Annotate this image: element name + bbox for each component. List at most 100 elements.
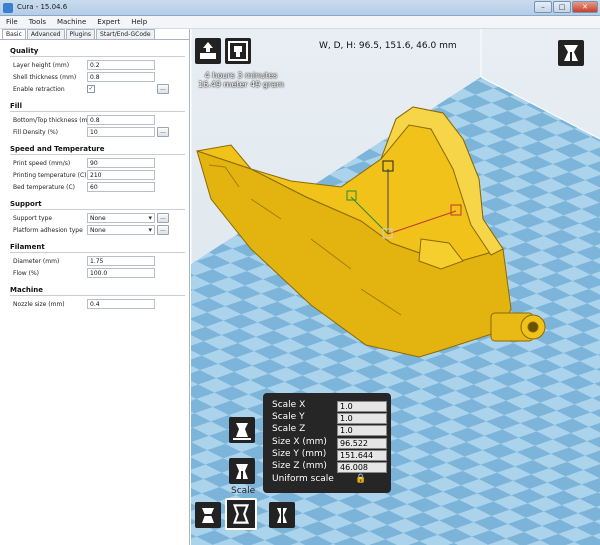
scale-tool-active-button[interactable]: [225, 498, 257, 530]
shell-thickness-input[interactable]: 0.8: [87, 72, 155, 82]
model-dimensions-readout: W, D, H: 96.5, 151.6, 46.0 mm: [319, 41, 457, 51]
retraction-more-button[interactable]: ...: [157, 84, 169, 94]
retraction-label: Enable retraction: [13, 86, 65, 93]
print-icon: [228, 41, 248, 61]
size-z-label: Size Z (mm): [272, 461, 327, 471]
diameter-input[interactable]: 1.75: [87, 256, 155, 266]
scale-y-label: Scale Y: [272, 412, 305, 422]
scale-z-label: Scale Z: [272, 424, 306, 434]
nozzle-size-input[interactable]: 0.4: [87, 299, 155, 309]
setting-support-type: Support type None ...: [13, 212, 189, 224]
mirror-icon: [277, 505, 287, 525]
scale-icon: [236, 464, 248, 479]
setting-platform-adhesion: Platform adhesion type None ...: [13, 224, 189, 236]
menu-file[interactable]: File: [0, 16, 23, 28]
scale-caption: Scale: [231, 486, 256, 496]
setting-retraction: Enable retraction ✓ ...: [13, 83, 189, 95]
platform-adhesion-select[interactable]: None: [87, 225, 155, 235]
maximize-button[interactable]: □: [553, 1, 571, 13]
divider: [10, 154, 185, 155]
printing-temperature-input[interactable]: 210: [87, 170, 155, 180]
load-icon: [200, 42, 216, 59]
divider: [10, 56, 185, 57]
menu-machine[interactable]: Machine: [51, 16, 91, 28]
shell-thickness-label: Shell thickness (mm): [13, 74, 77, 81]
scale-z-input[interactable]: 1.0: [337, 425, 387, 436]
support-type-more-button[interactable]: ...: [157, 213, 169, 223]
layer-height-input[interactable]: 0.2: [87, 60, 155, 70]
setting-printing-temperature: Printing temperature (C) 210: [13, 169, 189, 181]
tab-start-end-gcode[interactable]: Start/End-GCode: [96, 29, 155, 39]
setting-bottom-top-thickness: Bottom/Top thickness (mm) 0.8: [13, 114, 189, 126]
tab-basic[interactable]: Basic: [2, 29, 26, 39]
rotate-tool-button[interactable]: [195, 502, 221, 528]
lay-flat-icon: [233, 423, 251, 440]
retraction-checkbox[interactable]: ✓: [87, 85, 95, 93]
lock-icon[interactable]: 🔒: [355, 474, 366, 484]
close-button[interactable]: ✕: [572, 1, 598, 13]
setting-diameter: Diameter (mm) 1.75: [13, 255, 189, 267]
nozzle-size-label: Nozzle size (mm): [13, 301, 65, 308]
divider: [10, 111, 185, 112]
platform-adhesion-more-button[interactable]: ...: [157, 225, 169, 235]
platform-adhesion-label: Platform adhesion type: [13, 227, 83, 234]
support-type-select[interactable]: None: [87, 213, 155, 223]
menu-help[interactable]: Help: [125, 16, 152, 28]
size-z-input[interactable]: 46.008: [337, 462, 387, 473]
view-mode-button[interactable]: [558, 40, 584, 66]
window-title: Cura - 15.04.6: [17, 3, 68, 11]
scale-y-input[interactable]: 1.0: [337, 413, 387, 424]
fill-density-more-button[interactable]: ...: [157, 127, 169, 137]
mirror-tool-button[interactable]: [269, 502, 295, 528]
bottom-top-input[interactable]: 0.8: [87, 115, 155, 125]
support-type-label: Support type: [13, 215, 53, 222]
bed-temperature-input[interactable]: 60: [87, 182, 155, 192]
flow-label: Flow (%): [13, 270, 39, 277]
divider: [10, 252, 185, 253]
print-speed-input[interactable]: 90: [87, 158, 155, 168]
scale-tool-button[interactable]: [229, 458, 255, 484]
3d-viewport[interactable]: W, D, H: 96.5, 151.6, 46.0 mm 4 hours 3 …: [191, 29, 600, 545]
printing-temperature-label: Printing temperature (C): [13, 172, 87, 179]
section-machine-title: Machine: [10, 286, 43, 294]
setting-shell-thickness: Shell thickness (mm) 0.8: [13, 71, 189, 83]
uniform-scale-label: Uniform scale: [272, 474, 334, 484]
menu-bar: File Tools Machine Expert Help: [0, 16, 600, 29]
load-model-button[interactable]: [195, 38, 221, 64]
divider: [10, 295, 185, 296]
scale-x-label: Scale X: [272, 400, 306, 410]
fill-density-input[interactable]: 10: [87, 127, 155, 137]
menu-expert[interactable]: Expert: [91, 16, 125, 28]
menu-tools[interactable]: Tools: [23, 16, 51, 28]
title-bar: Cura - 15.04.6 – □ ✕: [0, 0, 600, 16]
setting-flow: Flow (%) 100.0: [13, 267, 189, 279]
scale-x-input[interactable]: 1.0: [337, 401, 387, 412]
size-x-input[interactable]: 96.522: [337, 438, 387, 449]
flow-input[interactable]: 100.0: [87, 268, 155, 278]
section-speed-title: Speed and Temperature: [10, 145, 105, 153]
bed-temperature-label: Bed temperature (C): [13, 184, 76, 191]
tab-plugins[interactable]: Plugins: [65, 29, 96, 39]
print-speed-label: Print speed (mm/s): [13, 160, 71, 167]
print-button[interactable]: [225, 38, 251, 64]
section-support-title: Support: [10, 200, 42, 208]
settings-tabs: Basic Advanced Plugins Start/End-GCode: [0, 29, 189, 40]
layer-height-label: Layer height (mm): [13, 62, 70, 69]
diameter-label: Diameter (mm): [13, 258, 60, 265]
setting-nozzle-size: Nozzle size (mm) 0.4: [13, 298, 189, 310]
tab-advanced[interactable]: Advanced: [26, 29, 65, 39]
section-filament-title: Filament: [10, 243, 45, 251]
setting-bed-temperature: Bed temperature (C) 60: [13, 181, 189, 193]
print-time: 4 hours 3 minutes: [204, 71, 278, 80]
print-material: 16.49 meter 49 gram: [198, 80, 284, 89]
print-estimate: 4 hours 3 minutes 16.49 meter 49 gram: [191, 71, 291, 89]
cura-app-icon: [3, 3, 13, 13]
setting-print-speed: Print speed (mm/s) 90: [13, 157, 189, 169]
lay-flat-button[interactable]: [229, 417, 255, 443]
scale-panel: Scale X 1.0 Scale Y 1.0 Scale Z 1.0 Size…: [263, 393, 391, 493]
size-y-input[interactable]: 151.644: [337, 450, 387, 461]
bottom-top-label: Bottom/Top thickness (mm): [13, 117, 96, 124]
minimize-button[interactable]: –: [534, 1, 552, 13]
rotate-icon: [198, 508, 218, 523]
section-quality-title: Quality: [10, 47, 39, 55]
